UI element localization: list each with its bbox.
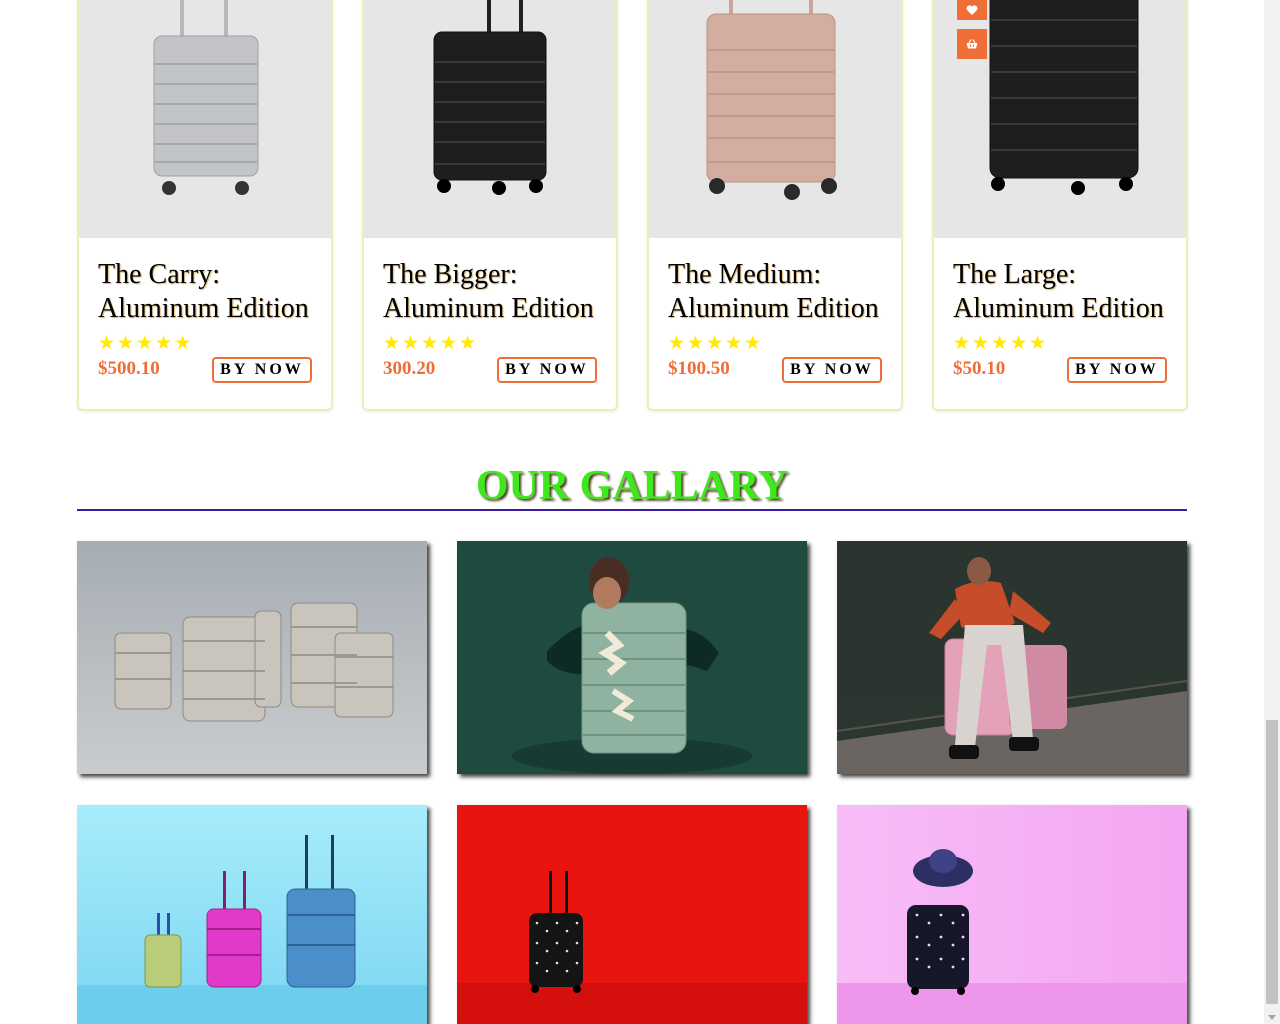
buy-now-button[interactable]: BY NOW [1067,357,1167,383]
gallery-tile[interactable] [77,541,427,774]
gallery-tile[interactable] [837,541,1187,774]
gallery-title: OUR GALLARY [475,463,789,509]
rating-stars: ★★★★★ [98,332,194,354]
buy-now-button[interactable]: BY NOW [497,357,597,383]
scroll-down-icon[interactable] [1268,1015,1276,1020]
product-card: The Large: Aluminum Edition ★★★★★ $50.10… [932,0,1188,411]
add-to-cart-button[interactable] [957,29,987,59]
product-price: $500.10 [98,358,160,379]
product-card: The Bigger: Aluminum Edition ★★★★★ 300.2… [362,0,618,411]
product-image[interactable] [79,0,331,238]
basket-icon [966,39,978,49]
product-price: $50.10 [953,358,1006,379]
gallery-tile[interactable] [457,805,807,1024]
product-card: The Carry: Aluminum Edition ★★★★★ $500.1… [77,0,333,411]
heart-icon [966,4,978,15]
buy-now-button[interactable]: BY NOW [212,357,312,383]
product-title: The Carry: Aluminum Edition [98,259,309,324]
product-price: $100.50 [668,358,730,379]
product-image[interactable] [364,0,616,238]
rating-stars: ★★★★★ [953,332,1049,354]
product-title: The Medium: Aluminum Edition [668,259,879,324]
wishlist-button[interactable] [957,0,987,20]
gallery-tile[interactable] [77,805,427,1024]
product-image[interactable] [649,0,901,238]
product-title: The Large: Aluminum Edition [953,259,1164,324]
product-title: The Bigger: Aluminum Edition [383,259,594,324]
buy-now-button[interactable]: BY NOW [782,357,882,383]
page-scrollbar[interactable] [1264,0,1280,1024]
gallery-tile[interactable] [837,805,1187,1024]
scrollbar-thumb[interactable] [1266,720,1278,1004]
product-price: 300.20 [383,358,436,379]
gallery-tile[interactable] [457,541,807,774]
rating-stars: ★★★★★ [668,332,764,354]
product-card: The Medium: Aluminum Edition ★★★★★ $100.… [647,0,903,411]
rating-stars: ★★★★★ [383,332,479,354]
gallery-divider [77,509,1187,511]
